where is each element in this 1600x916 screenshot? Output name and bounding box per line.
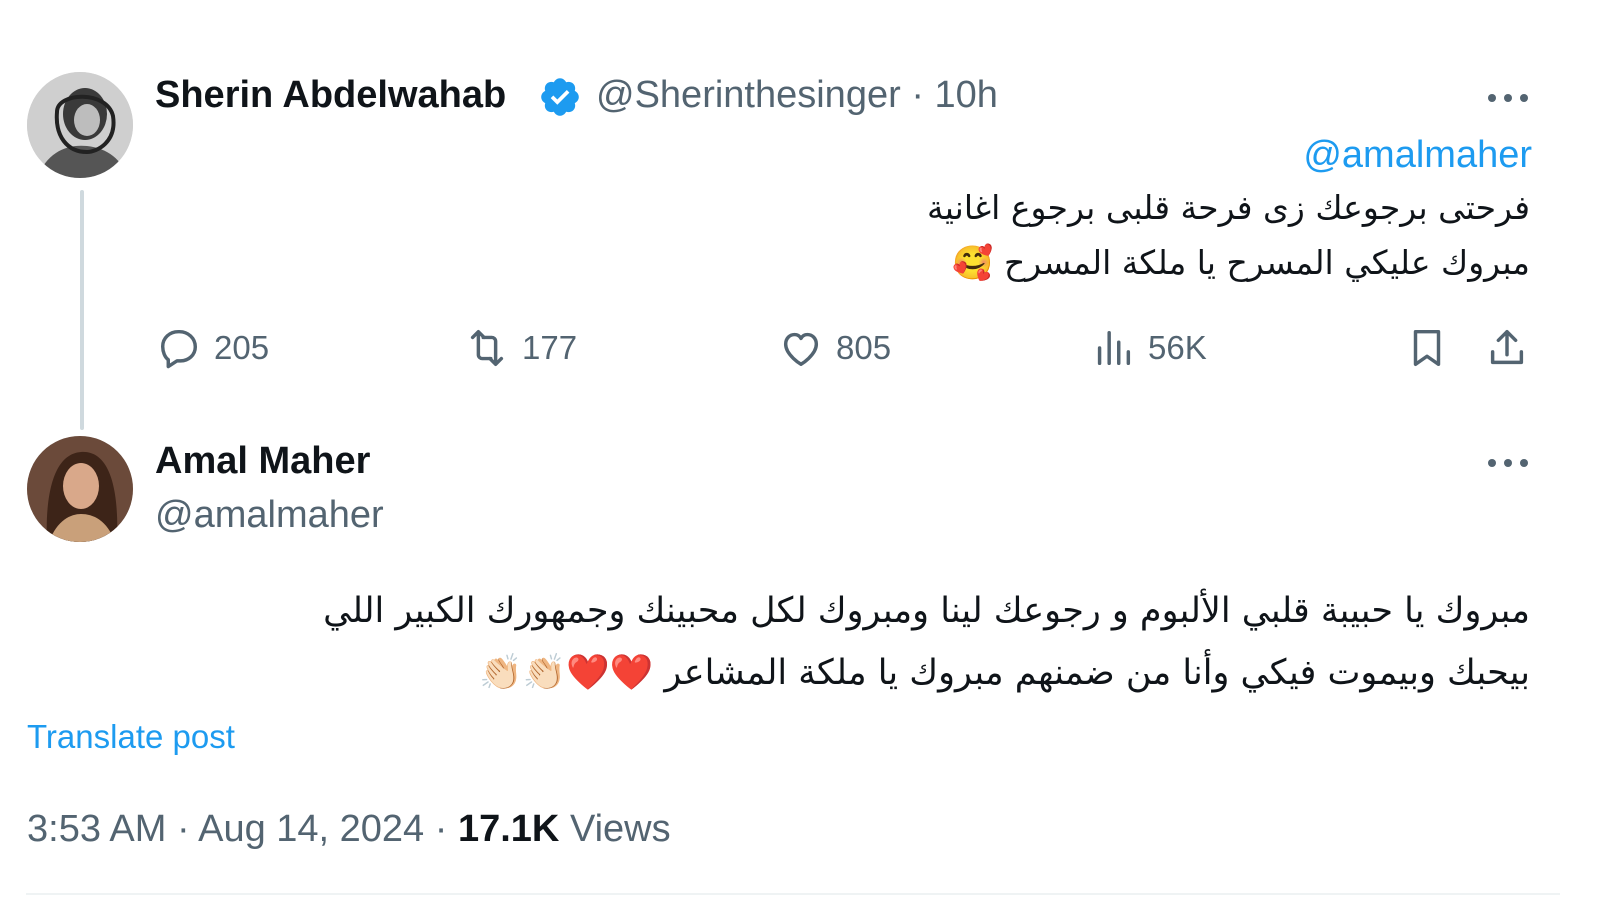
separator: · bbox=[911, 74, 924, 116]
like-count: 805 bbox=[836, 329, 892, 366]
post-timestamp[interactable]: 3:53 AM · Aug 14, 2024 · bbox=[27, 808, 447, 850]
post-text-line-1: فرحتى برجوعك زى فرحة قلبى برجوع اغانية bbox=[927, 188, 1530, 227]
views-label: Views bbox=[569, 808, 671, 850]
reply-button[interactable]: 205 bbox=[156, 325, 269, 371]
author-name[interactable]: Sherin Abdelwahab bbox=[155, 74, 506, 117]
like-icon bbox=[783, 332, 819, 367]
translate-post-link[interactable]: Translate post bbox=[27, 718, 235, 756]
repost-button[interactable]: 177 bbox=[464, 325, 577, 371]
views-icon bbox=[1097, 330, 1131, 366]
author-handle[interactable]: @Sherinthesinger · 10h bbox=[596, 74, 998, 117]
repost-count: 177 bbox=[522, 329, 578, 366]
handle-text: @Sherinthesinger bbox=[596, 74, 901, 116]
reply-text-line-1: مبروك يا حبيبة قلبي الألبوم و رجوعك لينا… bbox=[323, 591, 1530, 631]
reply-icon bbox=[160, 329, 198, 369]
reply-author-handle[interactable]: @amalmaher bbox=[155, 494, 384, 537]
share-icon bbox=[1490, 329, 1524, 365]
more-icon[interactable] bbox=[1486, 456, 1530, 470]
verified-badge-icon bbox=[541, 78, 579, 116]
bookmark-button[interactable] bbox=[1404, 325, 1450, 376]
reply-text-line-2: بيحبك وبيموت فيكي وأنا من ضمنهم مبروك يا… bbox=[478, 653, 1530, 693]
post-metadata: 3:53 AM · Aug 14, 2024 · 17.1K Views bbox=[27, 808, 671, 851]
mention-link[interactable]: @amalmaher bbox=[1303, 134, 1532, 177]
views-count: 56K bbox=[1148, 329, 1207, 366]
thread-connector-line bbox=[80, 190, 84, 430]
more-icon[interactable] bbox=[1486, 91, 1530, 105]
reply-count: 205 bbox=[214, 329, 270, 366]
views-button[interactable]: 56K bbox=[1090, 325, 1207, 371]
repost-icon bbox=[470, 329, 504, 367]
post-text-line-2: مبروك عليكي المسرح يا ملكة المسرح 🥰 bbox=[952, 243, 1530, 282]
bookmark-icon bbox=[1413, 329, 1441, 367]
avatar-sherin[interactable] bbox=[27, 72, 133, 178]
post-time[interactable]: 10h bbox=[935, 74, 998, 116]
view-count: 17.1K bbox=[457, 808, 560, 850]
share-button[interactable] bbox=[1484, 325, 1530, 376]
reply-author-name[interactable]: Amal Maher bbox=[155, 440, 370, 483]
avatar-amal-image bbox=[27, 436, 133, 542]
divider bbox=[26, 893, 1560, 895]
like-button[interactable]: 805 bbox=[778, 325, 891, 371]
avatar-amal[interactable] bbox=[27, 436, 133, 542]
avatar-sherin-image bbox=[27, 72, 133, 178]
